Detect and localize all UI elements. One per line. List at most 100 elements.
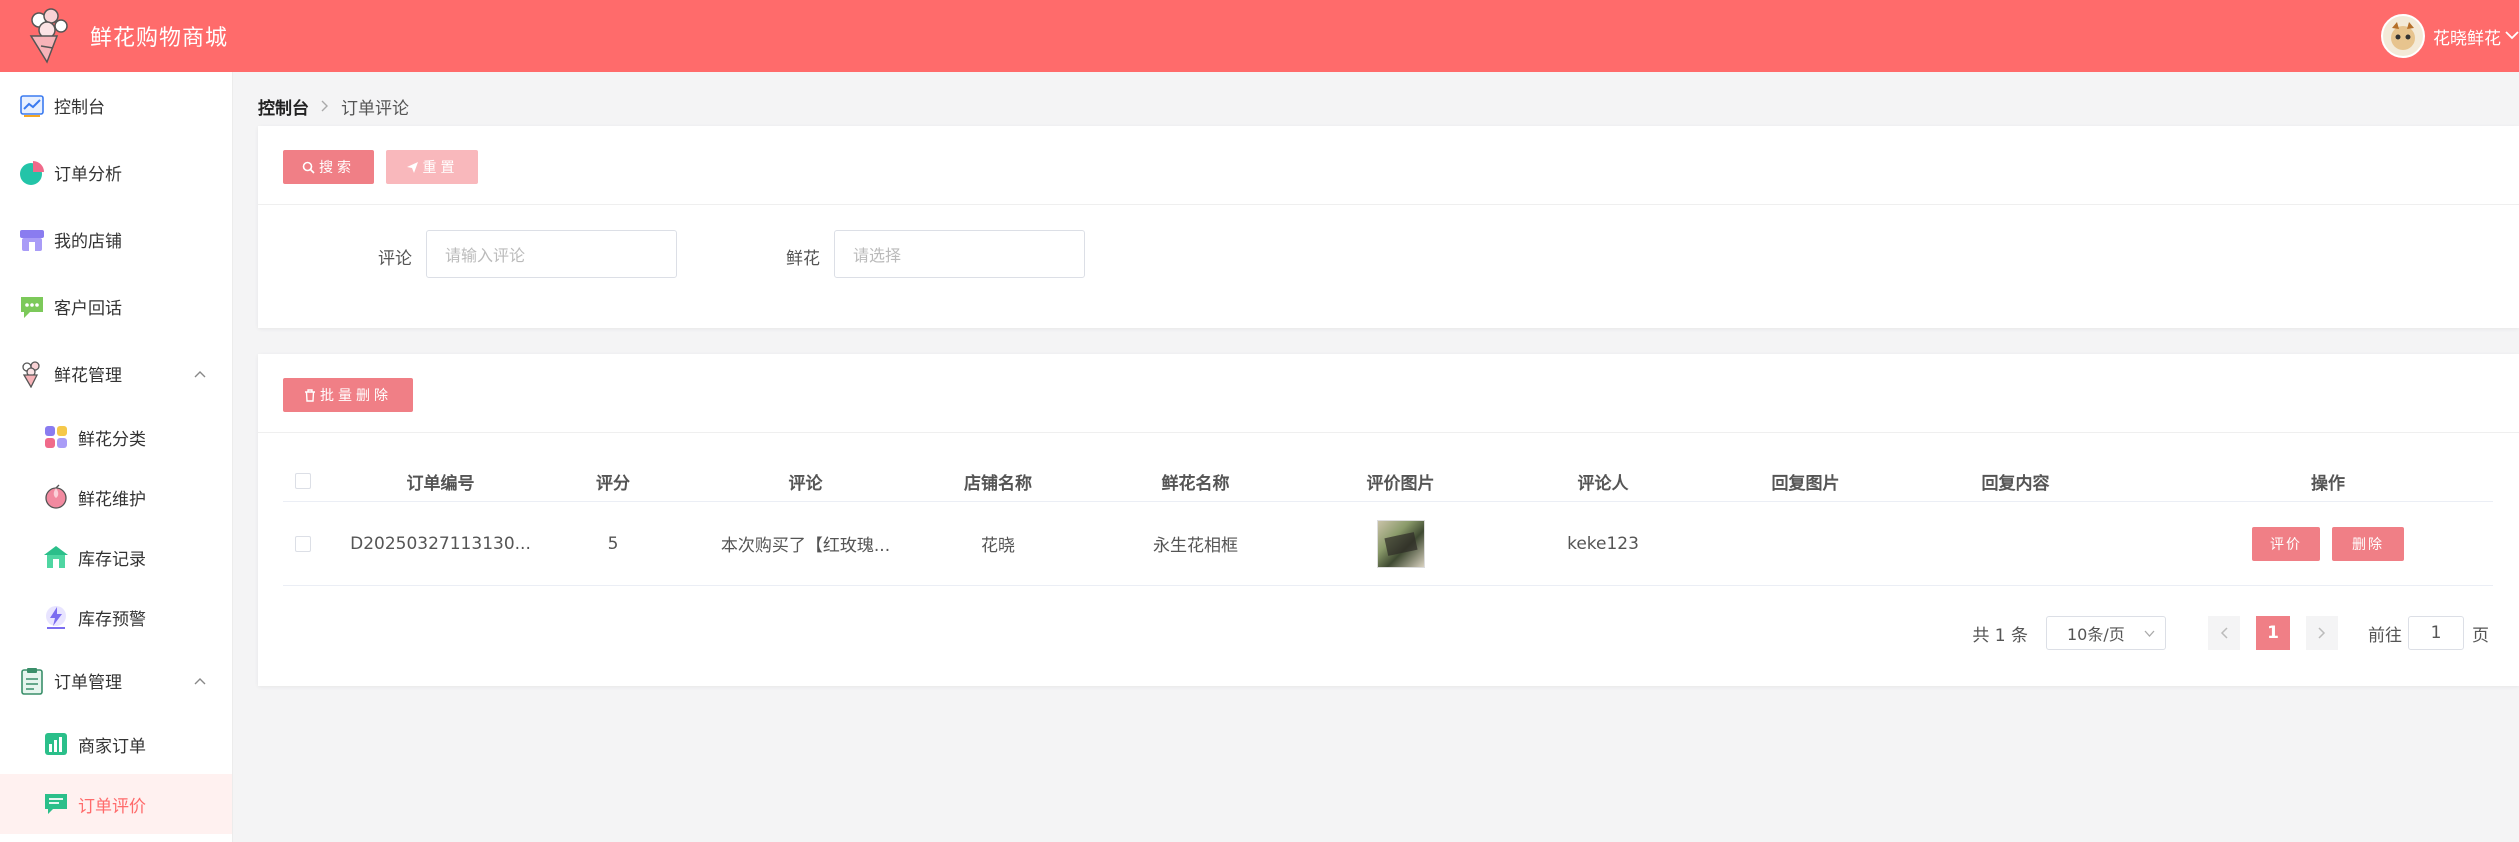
chevron-down-icon: [2144, 626, 2155, 641]
sidebar-item-flower-management[interactable]: 鲜花管理: [0, 340, 232, 407]
header-flower[interactable]: 鲜花名称: [1053, 469, 1338, 494]
next-page-button[interactable]: [2306, 616, 2338, 650]
cell-flower: 永生花相框: [1153, 536, 1238, 556]
chevron-up-icon[interactable]: [194, 673, 206, 689]
sidebar-item-my-store[interactable]: 我的店铺: [0, 206, 232, 273]
app-title: 鲜花购物商城: [90, 26, 229, 51]
cell-comment: 本次购买了【红玫瑰...: [720, 536, 891, 556]
header-reply-content[interactable]: 回复内容: [1868, 469, 2163, 494]
prev-page-button[interactable]: [2208, 616, 2240, 650]
sidebar-item-order-management[interactable]: 订单管理: [0, 647, 232, 714]
reset-button[interactable]: 重置: [386, 150, 478, 184]
search-button[interactable]: 搜索: [283, 150, 374, 184]
header-order-no[interactable]: 订单编号: [323, 469, 558, 494]
flower-logo-icon: [16, 6, 78, 66]
delete-button[interactable]: 删除: [2332, 526, 2404, 561]
sidebar-item-flower-category[interactable]: 鲜花分类: [0, 407, 232, 467]
page-size-value: 10条/页: [2067, 625, 2125, 644]
review-button[interactable]: 评价: [2252, 526, 2320, 561]
store-icon: [18, 226, 46, 254]
page-suffix: 页: [2472, 625, 2489, 646]
pagination-total: 共 1 条: [1972, 625, 2028, 646]
batch-delete-label: 批量删除: [320, 388, 392, 404]
review-thumbnail[interactable]: [1376, 519, 1425, 568]
sidebar-item-inventory-record[interactable]: 库存记录: [0, 527, 232, 587]
row-select-cell: [283, 535, 323, 552]
sidebar: 控制台 订单分析 我的店铺 客户回话 鲜花管理 鲜花分类 鲜花维护 库存记录 库…: [0, 72, 233, 842]
cell-shop: 花晓: [981, 536, 1015, 556]
category-grid-icon: [42, 423, 70, 451]
sidebar-item-customer-chat[interactable]: 客户回话: [0, 273, 232, 340]
chevron-down-icon[interactable]: [2505, 28, 2519, 44]
page-size-select[interactable]: 10条/页: [2046, 616, 2166, 650]
select-all-checkbox[interactable]: [295, 473, 311, 489]
flower-placeholder: 请选择: [853, 246, 902, 265]
breadcrumb-home[interactable]: 控制台: [258, 94, 309, 119]
goto-label: 前往: [2368, 625, 2402, 646]
comment-label: 评论: [378, 249, 412, 269]
table-panel: 批量删除 订单编号 评分 评论 店铺名称 鲜花名称 评价图片 评论人 回复图片 …: [258, 354, 2519, 686]
chart-line-icon: [18, 92, 46, 120]
sidebar-item-dashboard[interactable]: 控制台: [0, 72, 232, 139]
breadcrumb: 控制台 订单评论: [258, 94, 409, 119]
header-shop[interactable]: 店铺名称: [943, 469, 1053, 494]
cell-review-image: [1338, 519, 1463, 568]
header-reply-image[interactable]: 回复图片: [1743, 469, 1868, 494]
sidebar-item-label: 库存记录: [78, 549, 146, 570]
sidebar-item-label: 鲜花维护: [78, 489, 146, 510]
search-button-label: 搜索: [319, 160, 355, 176]
trash-icon: [304, 388, 316, 402]
chevron-up-icon[interactable]: [194, 366, 206, 382]
table-row: D20250327113130... 5 本次购买了【红玫瑰... 花晓 永生花…: [283, 502, 2493, 586]
sidebar-item-label: 商家订单: [78, 736, 146, 757]
goto-page-input[interactable]: 1: [2408, 616, 2464, 650]
user-name[interactable]: 花晓鲜花: [2433, 24, 2501, 49]
avatar[interactable]: [2381, 14, 2425, 58]
breadcrumb-current: 订单评论: [341, 99, 409, 119]
sidebar-item-order-analysis[interactable]: 订单分析: [0, 139, 232, 206]
pagination: 共 1 条 10条/页 1 前往 1 页: [1972, 616, 2489, 650]
send-icon: [406, 161, 419, 174]
sidebar-item-label: 库存预警: [78, 609, 146, 630]
sidebar-item-label: 控制台: [54, 98, 105, 118]
sidebar-item-inventory-alert[interactable]: 库存预警: [0, 587, 232, 647]
clipboard-icon: [18, 667, 46, 695]
sidebar-item-label: 订单管理: [54, 673, 122, 693]
select-all-cell: [283, 473, 323, 489]
header-comment[interactable]: 评论: [668, 469, 943, 494]
sidebar-item-label: 鲜花管理: [54, 366, 122, 386]
bar-chart-icon: [42, 730, 70, 758]
lightning-icon: [42, 603, 70, 631]
warehouse-icon: [42, 543, 70, 571]
cell-order-no: D20250327113130...: [350, 533, 531, 554]
header-review-image[interactable]: 评价图片: [1338, 469, 1463, 494]
sidebar-item-label: 鲜花分类: [78, 429, 146, 450]
review-table: 订单编号 评分 评论 店铺名称 鲜花名称 评价图片 评论人 回复图片 回复内容 …: [283, 461, 2493, 586]
reset-button-label: 重置: [422, 160, 459, 176]
divider: [258, 432, 2519, 433]
header-reviewer[interactable]: 评论人: [1463, 469, 1743, 494]
row-checkbox[interactable]: [295, 535, 311, 552]
sidebar-item-order-review[interactable]: 订单评价: [0, 774, 232, 834]
sidebar-item-merchant-orders[interactable]: 商家订单: [0, 714, 232, 774]
sidebar-item-label: 我的店铺: [54, 232, 122, 252]
top-header: 鲜花购物商城 花晓鲜花: [0, 0, 2519, 72]
comment-input[interactable]: 请输入评论: [426, 230, 677, 278]
comment-icon: [42, 790, 70, 818]
sidebar-item-label: 订单评价: [78, 796, 146, 817]
cell-reviewer: keke123: [1567, 533, 1639, 554]
header-score[interactable]: 评分: [558, 469, 668, 494]
sidebar-item-flower-maintenance[interactable]: 鲜花维护: [0, 467, 232, 527]
batch-delete-button[interactable]: 批量删除: [283, 378, 413, 412]
header-actions[interactable]: 操作: [2163, 469, 2493, 494]
comment-placeholder: 请输入评论: [445, 246, 526, 265]
pie-chart-icon: [18, 159, 46, 187]
chevron-right-icon: [321, 97, 329, 117]
page-number-current[interactable]: 1: [2256, 616, 2290, 650]
sidebar-item-label: 客户回话: [54, 299, 122, 319]
user-menu[interactable]: 花晓鲜花: [2381, 14, 2519, 58]
flower-select[interactable]: 请选择: [834, 230, 1085, 278]
flower-icon: [18, 360, 46, 388]
search-panel: 搜索 重置 评论 请输入评论 鲜花 请选择: [258, 126, 2519, 328]
sidebar-item-label: 订单分析: [54, 165, 122, 185]
